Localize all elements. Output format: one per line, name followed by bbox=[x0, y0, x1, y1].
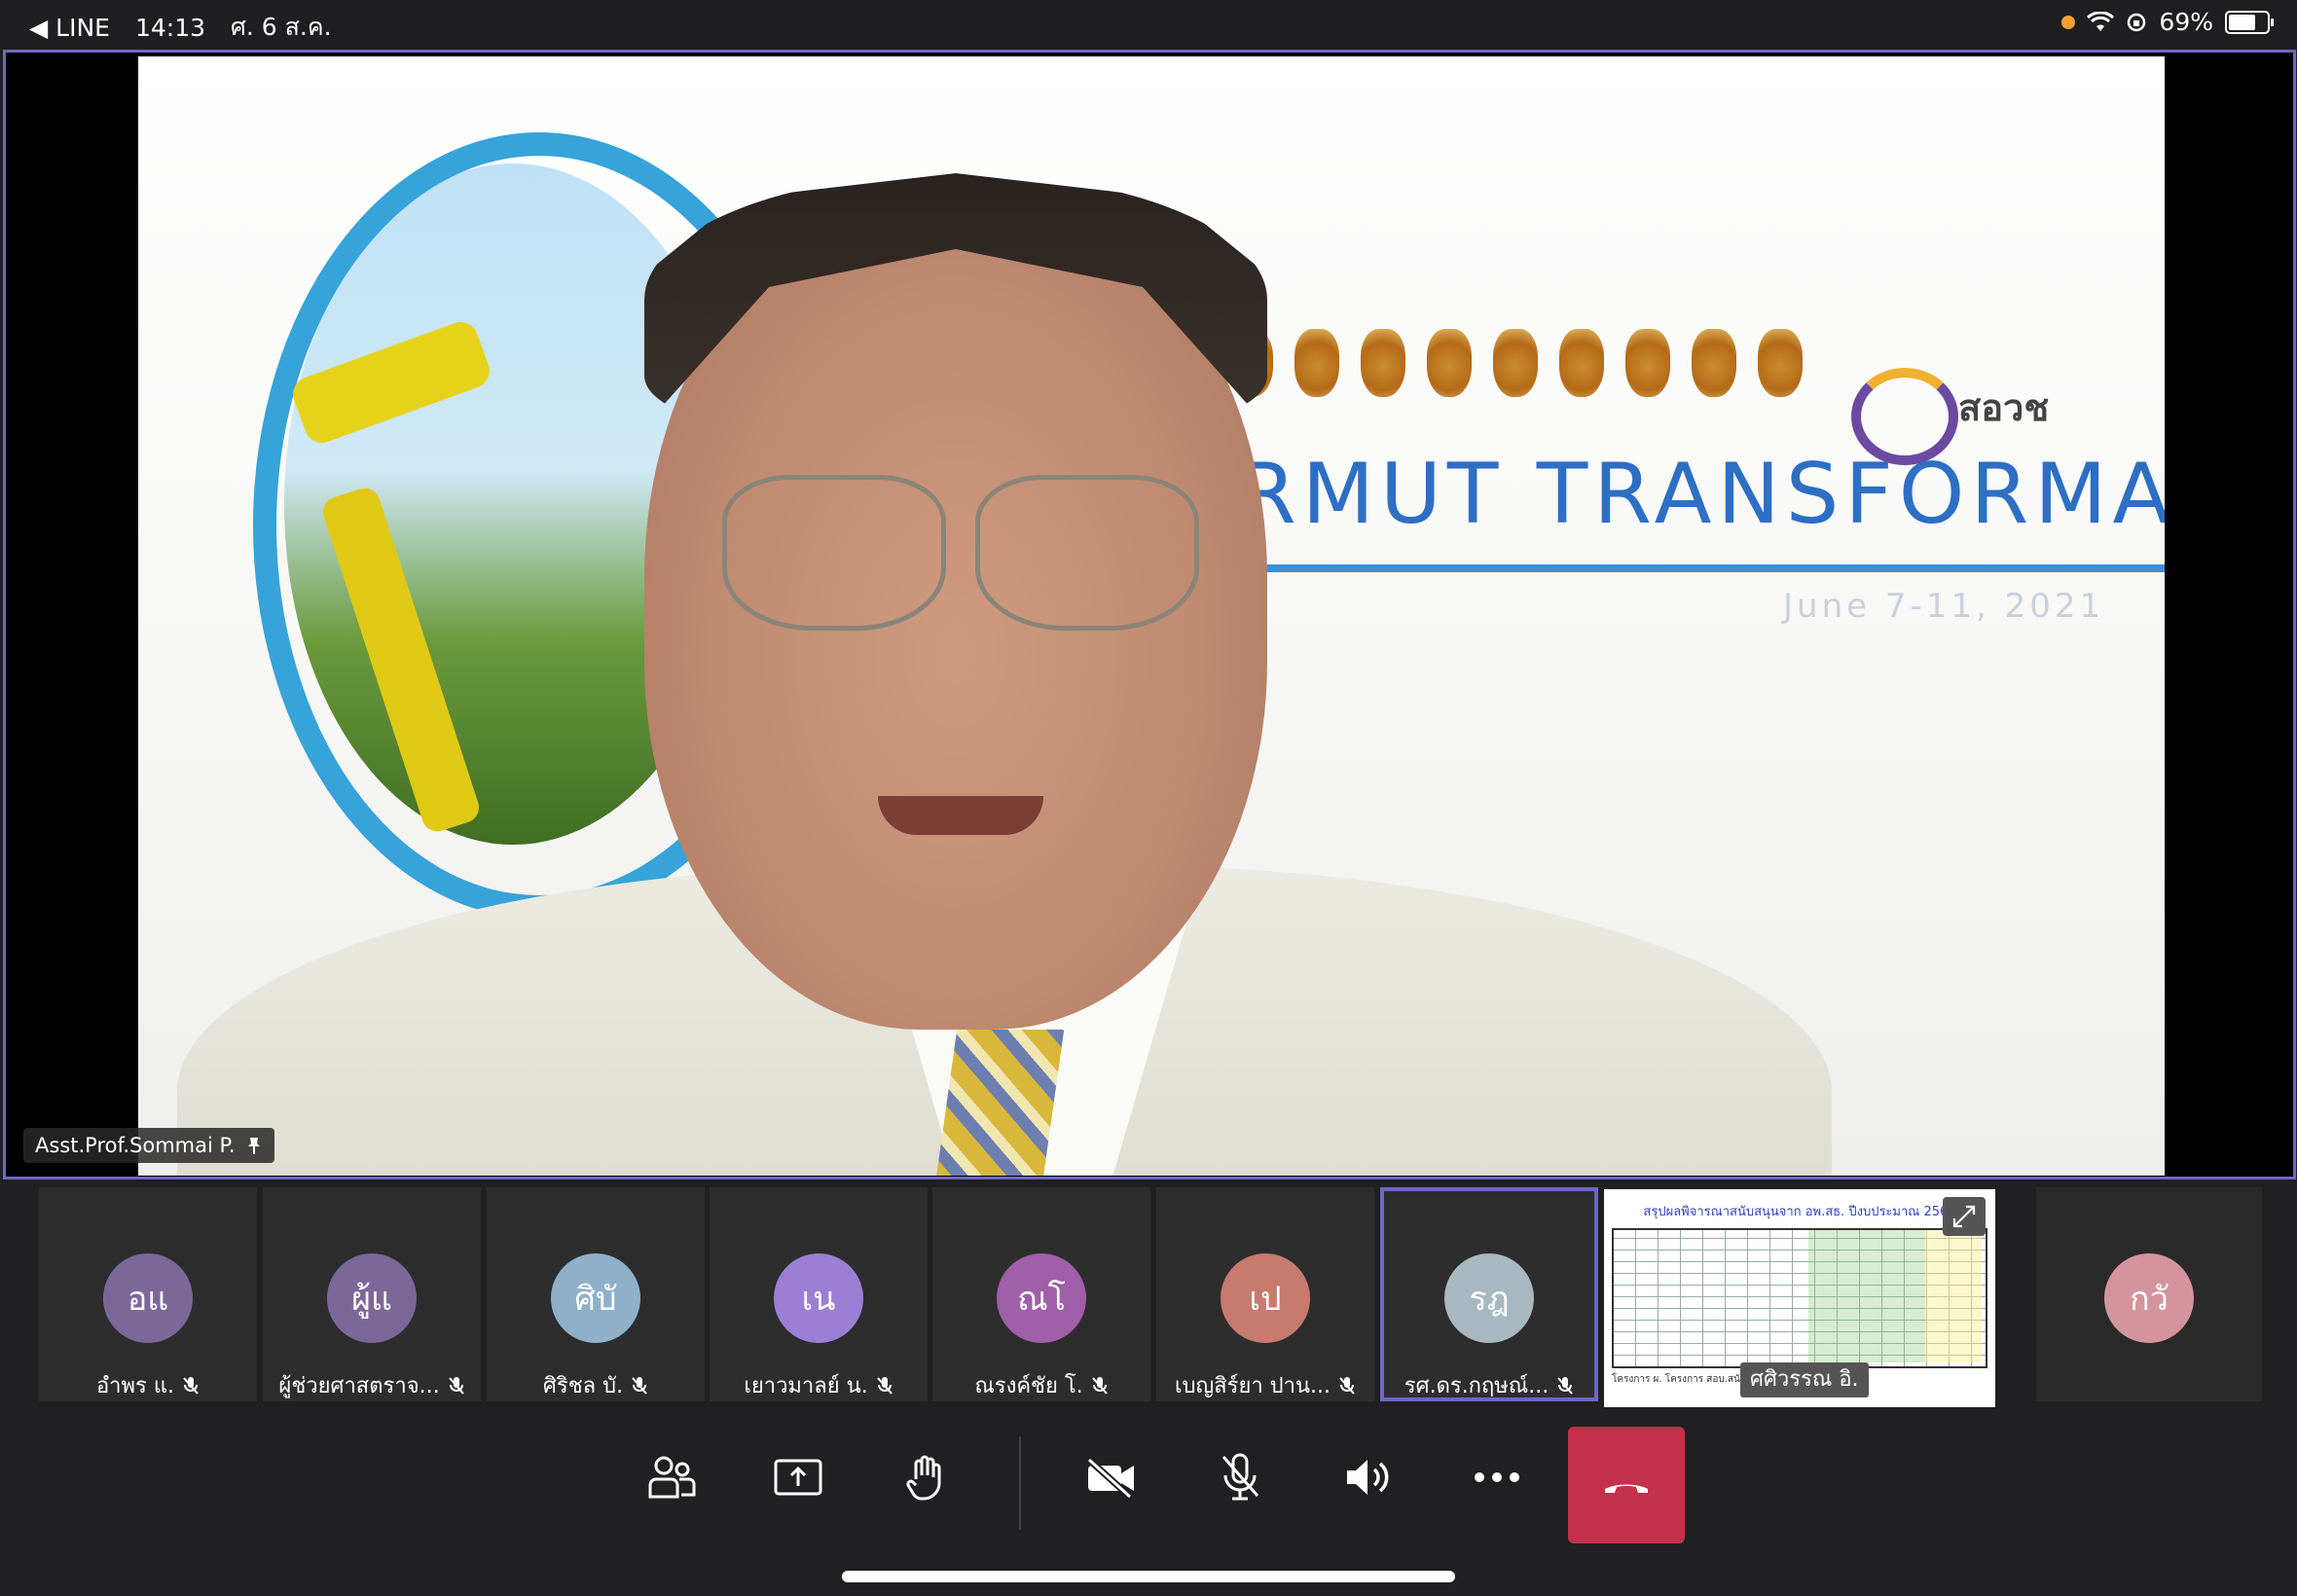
participant-name: ณรงค์ชัย โ. bbox=[974, 1374, 1083, 1398]
shared-screen-title: สรุปผลพิจารณาสนับสนุนจาก อพ.สธ. ปีงบประม… bbox=[1643, 1205, 1956, 1219]
avatar: รฎ bbox=[1444, 1253, 1534, 1343]
hang-up-button[interactable] bbox=[1568, 1427, 1685, 1543]
home-indicator[interactable] bbox=[842, 1571, 1455, 1582]
share-screen-button[interactable] bbox=[755, 1436, 841, 1518]
speaker-video: สอวช RMUT TRANSFORMATION June 7-11, 2021 bbox=[138, 56, 2165, 1176]
participant-tile[interactable]: ศิบั ศิริชล บั. bbox=[487, 1187, 705, 1401]
participants-icon bbox=[648, 1456, 696, 1499]
participant-tile[interactable]: ผู้แ ผู้ช่วยศาสตราจ... bbox=[263, 1187, 481, 1401]
hangup-icon bbox=[1605, 1484, 1648, 1493]
privacy-indicator-icon bbox=[2061, 15, 2076, 29]
participant-tile[interactable]: กวั bbox=[2036, 1187, 2262, 1401]
muted-mic-icon bbox=[876, 1376, 893, 1395]
battery-icon bbox=[2225, 10, 2274, 34]
toolbar-divider bbox=[1019, 1436, 1021, 1530]
avatar: อแ bbox=[103, 1253, 193, 1343]
banner-ornaments bbox=[1228, 329, 1803, 397]
participant-tile-selected[interactable]: รฎ รศ.ดร.กฤษณ์... bbox=[1380, 1187, 1598, 1401]
more-icon bbox=[1475, 1472, 1519, 1482]
avatar: เน bbox=[774, 1253, 863, 1343]
participant-name: อำพร แ. bbox=[95, 1374, 175, 1398]
presenter-name-tag: ศศิวรรณ อิ. bbox=[1740, 1362, 1869, 1397]
camera-toggle-button[interactable] bbox=[1069, 1436, 1154, 1518]
speaker-button[interactable] bbox=[1326, 1436, 1411, 1518]
raise-hand-icon bbox=[906, 1455, 941, 1501]
back-to-line-link[interactable]: ◀ LINE bbox=[29, 14, 110, 42]
banner-logo-text: สอวช bbox=[1958, 386, 2050, 429]
speaker-name: Asst.Prof.Sommai P. bbox=[35, 1134, 236, 1157]
participant-name: เยาวมาลย์ น. bbox=[744, 1374, 868, 1398]
share-screen-icon bbox=[774, 1459, 822, 1496]
participants-button[interactable] bbox=[629, 1436, 714, 1518]
speaker-icon bbox=[1347, 1460, 1389, 1495]
participant-name: ศิริชล บั. bbox=[542, 1374, 624, 1398]
participant-tile[interactable]: ณโ ณรงค์ชัย โ. bbox=[932, 1187, 1150, 1401]
avatar: ณโ bbox=[997, 1253, 1086, 1343]
status-bar: ◀ LINE 14:13 ศ. 6 ส.ค. 69% bbox=[0, 0, 2297, 49]
avatar: ศิบั bbox=[551, 1253, 640, 1343]
banner-subtitle: June 7-11, 2021 bbox=[1783, 587, 2105, 626]
raise-hand-button[interactable] bbox=[884, 1436, 969, 1518]
participant-name: รศ.ดร.กฤษณ์... bbox=[1404, 1374, 1550, 1398]
wifi-icon bbox=[2087, 11, 2115, 33]
battery-percent: 69% bbox=[2159, 8, 2213, 36]
muted-mic-icon bbox=[448, 1376, 464, 1395]
muted-mic-icon bbox=[183, 1376, 199, 1395]
status-time: 14:13 bbox=[134, 13, 206, 42]
speaker-name-tag: Asst.Prof.Sommai P. bbox=[23, 1128, 274, 1163]
muted-mic-icon bbox=[632, 1376, 647, 1395]
avatar: ผู้แ bbox=[327, 1253, 417, 1343]
avatar: กวั bbox=[2104, 1253, 2194, 1343]
muted-mic-icon bbox=[1557, 1376, 1573, 1395]
banner-title: RMUT TRANSFORMATION bbox=[1238, 446, 2165, 543]
status-date: ศ. 6 ส.ค. bbox=[231, 13, 332, 41]
expand-icon bbox=[1952, 1205, 1976, 1228]
main-video-stage[interactable]: สอวช RMUT TRANSFORMATION June 7-11, 2021… bbox=[3, 50, 2296, 1179]
participant-tile[interactable]: อแ อำพร แ. bbox=[39, 1187, 257, 1401]
mic-toggle-button[interactable] bbox=[1197, 1436, 1283, 1518]
pin-icon[interactable] bbox=[245, 1136, 263, 1155]
participant-tile[interactable]: เป เบญสิร์ยา ปาน... bbox=[1156, 1187, 1374, 1401]
call-toolbar bbox=[0, 1407, 2297, 1596]
participant-name: ผู้ช่วยศาสตราจ... bbox=[278, 1374, 440, 1398]
more-options-button[interactable] bbox=[1454, 1436, 1540, 1518]
participant-name: เบญสิร์ยา ปาน... bbox=[1174, 1374, 1331, 1398]
avatar: เป bbox=[1221, 1253, 1310, 1343]
rotation-lock-icon bbox=[2126, 12, 2147, 33]
muted-mic-icon bbox=[1339, 1376, 1355, 1395]
camera-off-icon bbox=[1086, 1457, 1134, 1499]
participant-tile[interactable]: เน เยาวมาลย์ น. bbox=[710, 1187, 928, 1401]
mic-off-icon bbox=[1221, 1453, 1259, 1501]
muted-mic-icon bbox=[1091, 1376, 1108, 1395]
expand-button[interactable] bbox=[1943, 1197, 1986, 1236]
